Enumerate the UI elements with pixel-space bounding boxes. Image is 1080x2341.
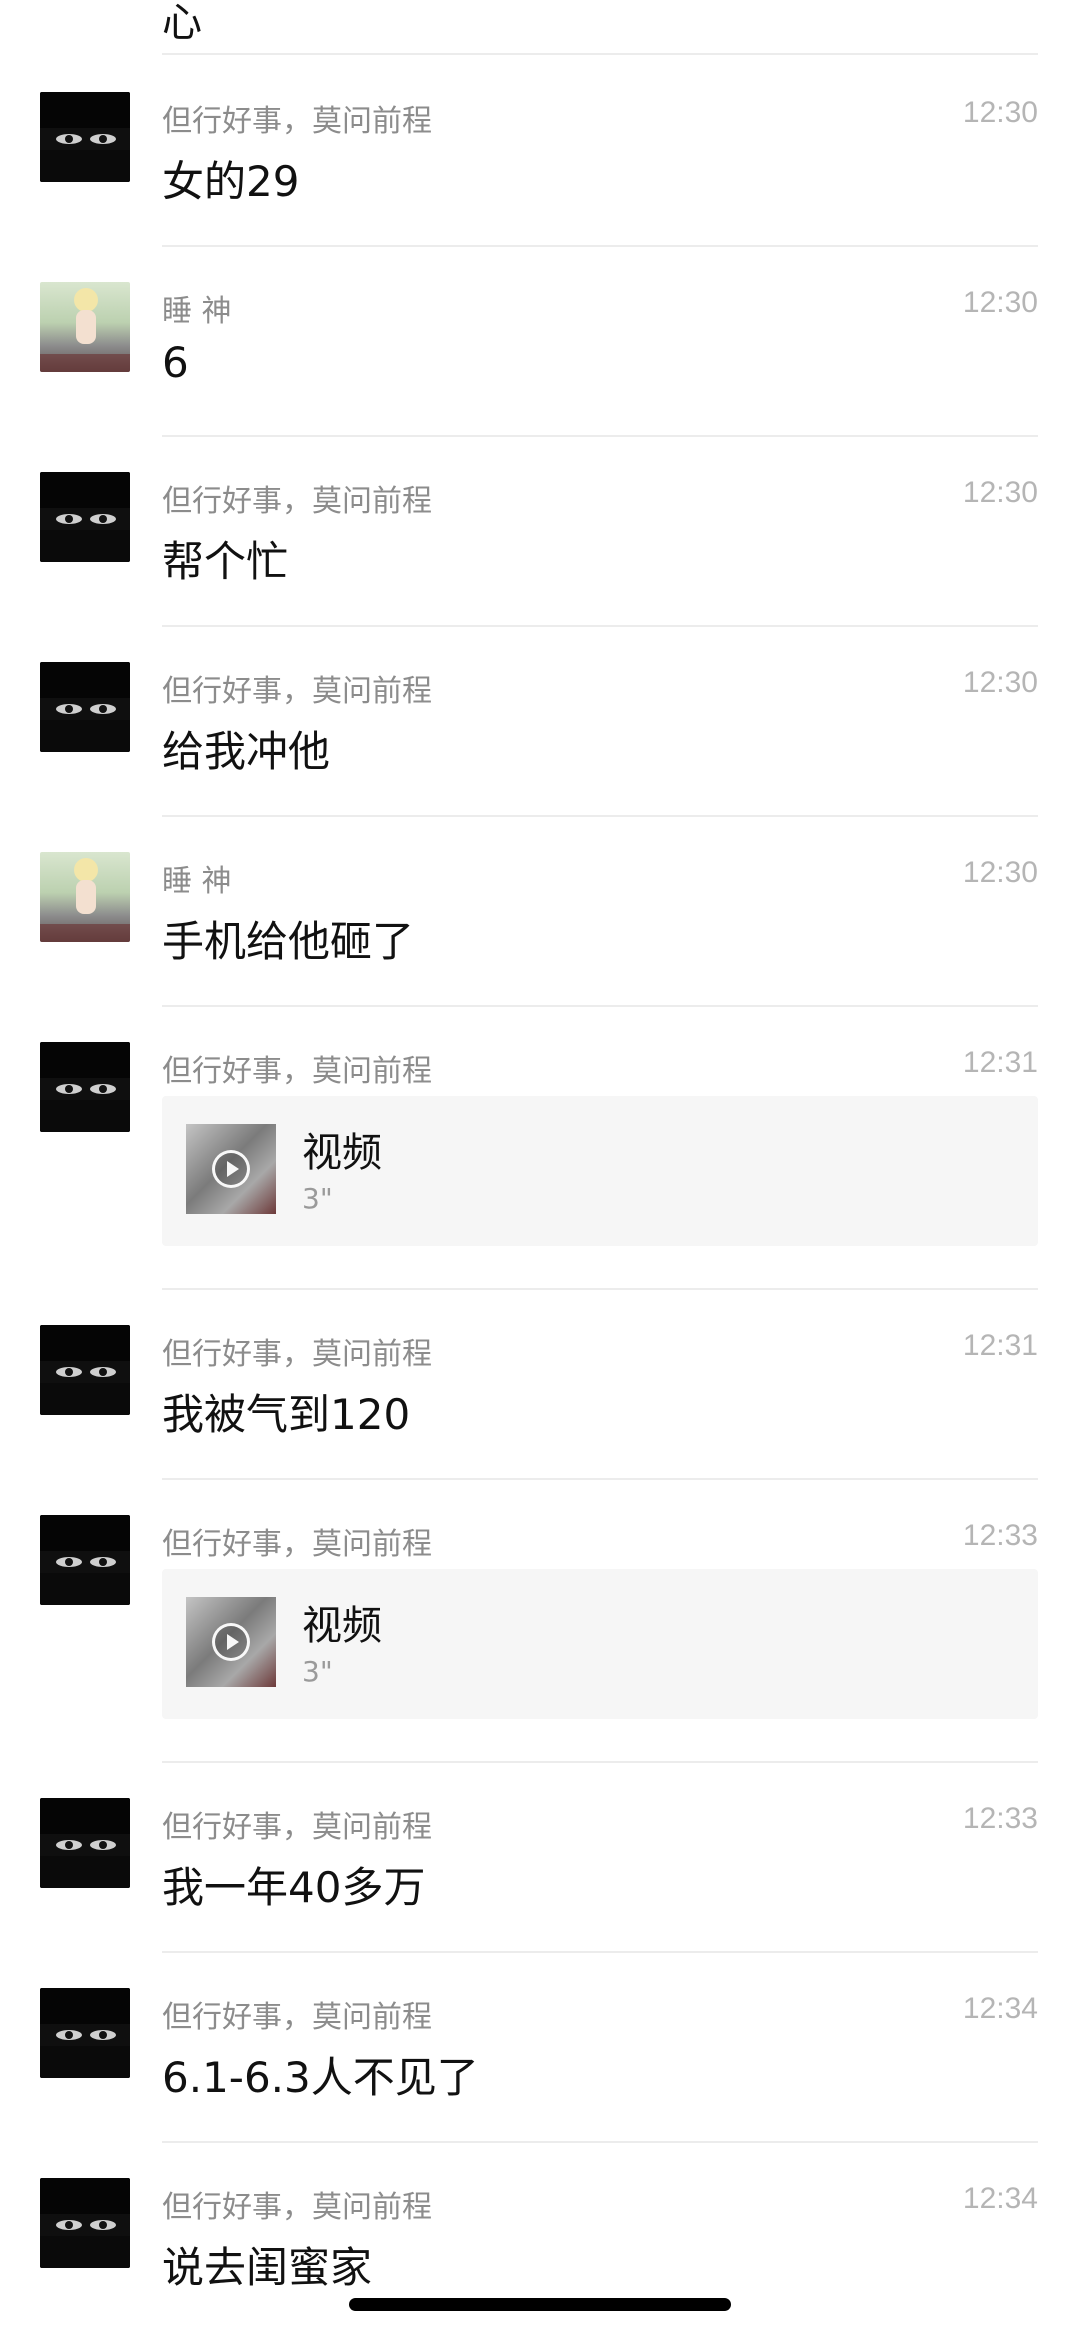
message-text: 给我冲他 [162,727,331,776]
message-time: 12:30 [962,476,1038,509]
divider [162,625,1038,627]
message-time: 12:30 [962,856,1038,889]
divider [162,815,1038,817]
sender-name: 但行好事，莫问前程 [162,1337,432,1372]
sender-name: 但行好事，莫问前程 [162,484,432,519]
video-label: 视频 [302,1603,382,1649]
message-time: 12:34 [962,1992,1038,2025]
video-thumbnail[interactable] [186,1124,276,1214]
user-avatar[interactable] [40,1798,130,1888]
divider [162,1761,1038,1763]
user-avatar[interactable] [40,1042,130,1132]
message-text: 女的29 [162,157,300,206]
home-indicator[interactable] [349,2298,731,2311]
sender-name: 但行好事，莫问前程 [162,1810,432,1845]
sender-name: 但行好事，莫问前程 [162,104,432,139]
sender-name: 但行好事，莫问前程 [162,2190,432,2225]
message-time: 12:33 [962,1802,1038,1835]
message-text: 6.1-6.3人不见了 [162,2053,479,2102]
message-text: 手机给他砸了 [162,917,415,966]
sender-name: 但行好事，莫问前程 [162,1054,432,1089]
message-time: 12:31 [962,1046,1038,1079]
message-time: 12:30 [962,666,1038,699]
message-text: 我被气到120 [162,1390,411,1439]
message-time: 12:33 [962,1519,1038,1552]
user-avatar[interactable] [40,282,130,372]
divider [162,1288,1038,1290]
divider [162,1951,1038,1953]
partial-message-text: 心 [162,0,202,46]
divider [162,245,1038,247]
sender-name: 但行好事，莫问前程 [162,2000,432,2035]
message-time: 12:30 [962,286,1038,319]
divider [162,1005,1038,1007]
user-avatar[interactable] [40,92,130,182]
message-time: 12:31 [962,1329,1038,1362]
divider [162,435,1038,437]
user-avatar[interactable] [40,1515,130,1605]
message-text: 6 [162,338,189,387]
user-avatar[interactable] [40,852,130,942]
sender-name: 睡 神 [162,864,232,899]
message-text: 我一年40多万 [162,1863,426,1912]
video-duration: 3" [302,1182,333,1215]
user-avatar[interactable] [40,2178,130,2268]
divider [162,2141,1038,2143]
sender-name: 但行好事，莫问前程 [162,1527,432,1562]
message-time: 12:30 [962,96,1038,129]
user-avatar[interactable] [40,1988,130,2078]
video-message-card[interactable]: 视频 3" [162,1096,1038,1246]
user-avatar[interactable] [40,472,130,562]
message-time: 12:34 [962,2182,1038,2215]
divider [162,53,1038,55]
message-text: 帮个忙 [162,537,289,586]
video-message-card[interactable]: 视频 3" [162,1569,1038,1719]
chat-history-page: 心 但行好事，莫问前程 12:30 女的29 睡 神 12:30 6 但行好事，… [0,0,1080,2341]
divider [162,1478,1038,1480]
user-avatar[interactable] [40,662,130,752]
sender-name: 但行好事，莫问前程 [162,674,432,709]
play-icon [212,1623,250,1661]
message-text: 说去闺蜜家 [162,2243,373,2292]
play-icon [212,1150,250,1188]
sender-name: 睡 神 [162,294,232,329]
video-duration: 3" [302,1655,333,1688]
video-thumbnail[interactable] [186,1597,276,1687]
video-label: 视频 [302,1130,382,1176]
user-avatar[interactable] [40,1325,130,1415]
